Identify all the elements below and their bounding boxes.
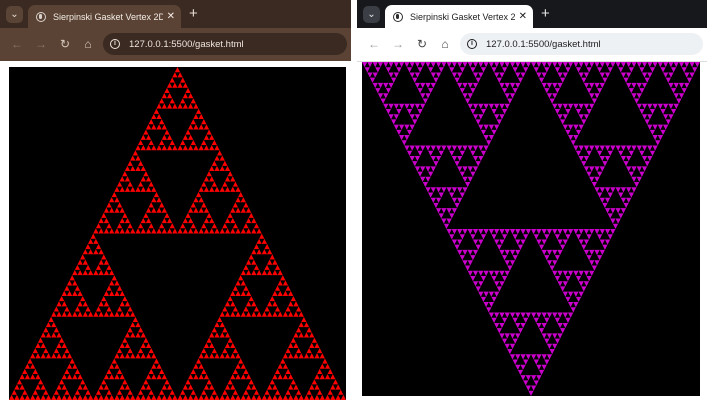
home-icon: ⌂ [84,37,92,51]
forward-button[interactable]: → [390,36,406,52]
arrow-right-icon: → [392,37,404,51]
favicon-icon [36,11,46,22]
tab-title: Sierpinski Gasket Vertex 2D [410,11,515,22]
browser-tab[interactable]: Sierpinski Gasket Vertex 2D ✕ [28,5,181,28]
chevron-down-icon: ⌄ [367,9,376,20]
favicon-icon [393,11,403,22]
gasket-canvas [362,62,700,396]
arrow-left-icon: ← [11,37,23,51]
info-icon[interactable]: i [467,39,477,49]
tab-list-button[interactable]: ⌄ [363,6,380,23]
home-icon: ⌂ [441,37,449,51]
plus-icon: + [541,5,550,22]
address-bar[interactable]: i 127.0.0.1:5500/gasket.html [460,33,703,55]
arrow-right-icon: → [35,37,47,51]
close-icon[interactable]: ✕ [167,11,175,22]
reload-button[interactable]: ↻ [57,36,73,52]
plus-icon: + [189,5,198,22]
url-text: 127.0.0.1:5500/gasket.html [486,38,601,50]
forward-button[interactable]: → [33,36,49,52]
arrow-left-icon: ← [368,37,380,51]
tab-strip: ⌄ Sierpinski Gasket Vertex 2D ✕ + [357,0,707,28]
navigation-toolbar: ← → ↻ ⌂ i 127.0.0.1:5500/gasket.html [0,28,351,61]
browser-tab[interactable]: Sierpinski Gasket Vertex 2D ✕ [385,5,533,28]
url-text: 127.0.0.1:5500/gasket.html [129,38,244,50]
sierpinski-gasket [9,67,346,400]
new-tab-button[interactable]: + [541,5,550,22]
home-button[interactable]: ⌂ [437,36,453,52]
tab-title: Sierpinski Gasket Vertex 2D [53,11,163,22]
reload-icon: ↻ [416,37,428,51]
tab-list-button[interactable]: ⌄ [6,6,23,23]
back-button[interactable]: ← [366,36,382,52]
chevron-down-icon: ⌄ [10,9,19,20]
navigation-toolbar: ← → ↻ ⌂ i 127.0.0.1:5500/gasket.html [357,28,707,62]
browser-window-right: ⌄ Sierpinski Gasket Vertex 2D ✕ + ← → ↻ … [357,0,707,404]
home-button[interactable]: ⌂ [80,36,96,52]
info-icon[interactable]: i [110,39,120,49]
back-button[interactable]: ← [9,36,25,52]
close-icon[interactable]: ✕ [519,11,527,22]
sierpinski-gasket [362,62,700,396]
address-bar[interactable]: i 127.0.0.1:5500/gasket.html [103,33,347,55]
tab-strip: ⌄ Sierpinski Gasket Vertex 2D ✕ + [0,0,351,28]
reload-button[interactable]: ↻ [414,36,430,52]
browser-window-left: ⌄ Sierpinski Gasket Vertex 2D ✕ + ← → ↻ … [0,0,351,404]
gasket-canvas [9,67,346,400]
new-tab-button[interactable]: + [189,5,198,22]
reload-icon: ↻ [59,37,71,51]
